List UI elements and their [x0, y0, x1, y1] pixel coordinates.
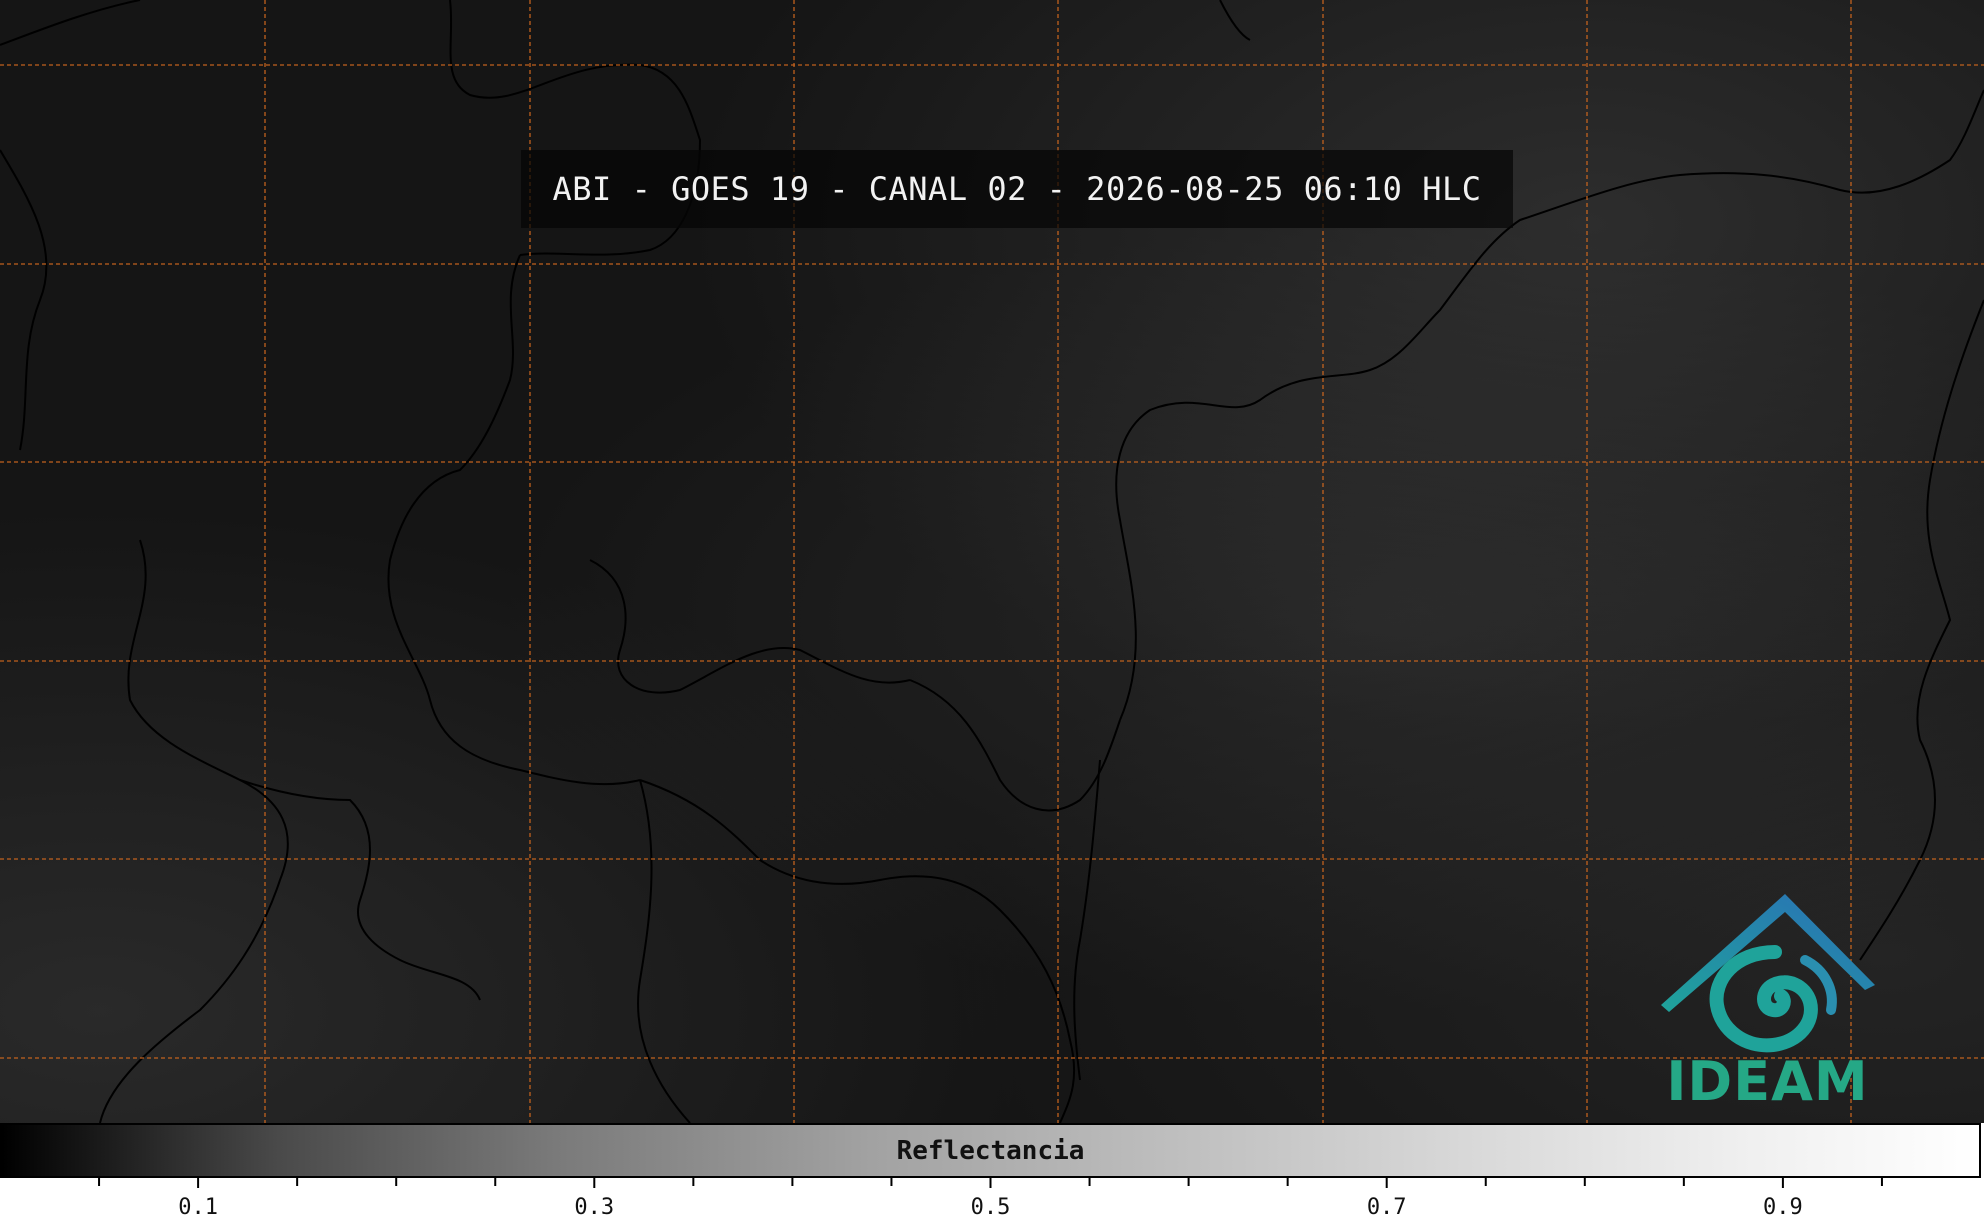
colorbar-ticks: 0.1 0.3 0.5 0.7 0.9 — [98, 1178, 1883, 1220]
colorbar-axis: 0.1 0.3 0.5 0.7 0.9 — [98, 1178, 1883, 1220]
colorbar-label: Reflectancia — [896, 1135, 1085, 1166]
colorbar-tick-label: 0.5 — [971, 1195, 1011, 1220]
colorbar-tick-label: 0.9 — [1763, 1195, 1803, 1220]
ideam-logo: IDEAM — [1655, 890, 1880, 1113]
ideam-logo-text: IDEAM — [1666, 1050, 1869, 1113]
ideam-logo-icon — [1661, 894, 1875, 1053]
map-title-box: ABI - GOES 19 - CANAL 02 - 2026-08-25 06… — [521, 150, 1513, 228]
colorbar-tick-label: 0.1 — [178, 1195, 218, 1220]
colorbar: Reflectancia — [0, 1123, 1981, 1178]
map-title: ABI - GOES 19 - CANAL 02 - 2026-08-25 06… — [552, 170, 1482, 208]
colorbar-tick-label: 0.3 — [574, 1195, 614, 1220]
colorbar-tick-label: 0.7 — [1367, 1195, 1407, 1220]
satellite-map: ABI - GOES 19 - CANAL 02 - 2026-08-25 06… — [0, 0, 1984, 1123]
